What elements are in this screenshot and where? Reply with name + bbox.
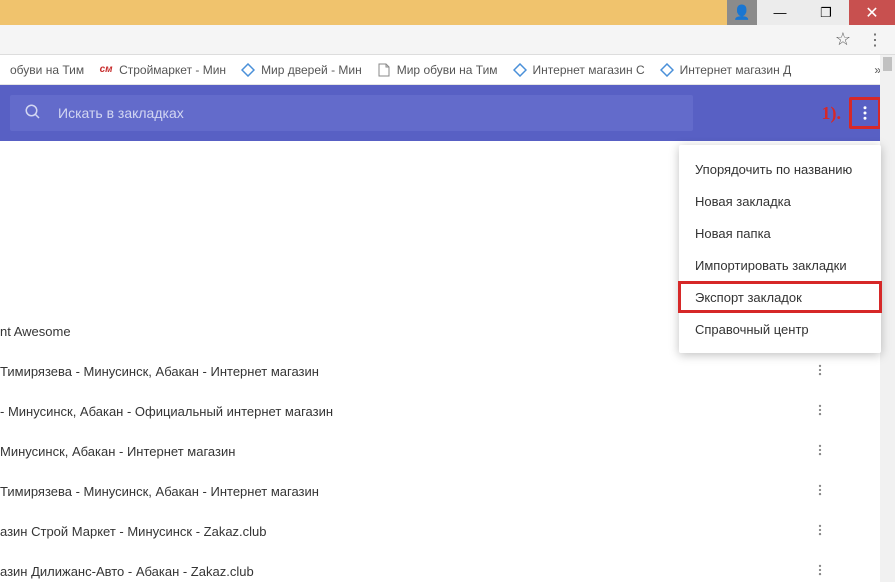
more-vertical-icon <box>813 523 827 537</box>
menu-export-bookmarks[interactable]: Экспорт закладок <box>678 281 882 313</box>
maximize-button[interactable]: ❐ <box>803 0 849 25</box>
chrome-menu-icon[interactable]: ⋮ <box>867 30 883 50</box>
favicon-diamond-icon <box>659 62 675 78</box>
row-more-button[interactable] <box>805 363 835 380</box>
bookmark-row[interactable]: азин Дилижанс-Авто - Абакан - Zakaz.club <box>0 551 895 582</box>
menu-new-bookmark[interactable]: Новая закладка <box>679 185 881 217</box>
row-more-button[interactable] <box>805 403 835 420</box>
search-icon <box>24 103 42 124</box>
bookmark-title: Минусинск, Абакан - Интернет магазин <box>0 444 235 459</box>
menu-import-bookmarks[interactable]: Импортировать закладки <box>679 249 881 281</box>
bookmark-title: nt Awesome <box>0 324 71 339</box>
close-button[interactable]: ✕ <box>849 0 895 25</box>
bookmark-label: Интернет магазин С <box>533 63 645 77</box>
annotation-1: 1). <box>822 103 842 124</box>
row-more-button[interactable] <box>805 523 835 540</box>
organize-menu-button[interactable] <box>849 97 881 129</box>
account-button[interactable]: 👤 <box>727 0 757 25</box>
bookmark-label: Мир обуви на Тим <box>397 63 498 77</box>
bookmark-bar-item[interactable]: см Строймаркет - Мин <box>94 62 230 78</box>
bookmark-bar-item[interactable]: обуви на Тим <box>6 63 88 77</box>
bookmarks-bar: обуви на Тим см Строймаркет - Мин Мир дв… <box>0 55 895 85</box>
more-vertical-icon <box>813 403 827 417</box>
search-field-wrap[interactable] <box>10 95 693 131</box>
bookmark-label: Мир дверей - Мин <box>261 63 362 77</box>
bookmark-label: Строймаркет - Мин <box>119 63 226 77</box>
more-vertical-icon <box>813 443 827 457</box>
more-vertical-icon <box>813 483 827 497</box>
bookmark-star-icon[interactable]: ☆ <box>835 29 851 50</box>
bookmark-label: обуви на Тим <box>10 63 84 77</box>
menu-help-center[interactable]: Справочный центр <box>679 313 881 345</box>
bookmark-row[interactable]: Тимирязева - Минусинск, Абакан - Интерне… <box>0 351 895 391</box>
bookmark-bar-item[interactable]: Интернет магазин С <box>508 62 649 78</box>
favicon-diamond-icon <box>512 62 528 78</box>
bookmark-title: Тимирязева - Минусинск, Абакан - Интерне… <box>0 484 319 499</box>
minimize-button[interactable]: — <box>757 0 803 25</box>
favicon-diamond-icon <box>240 62 256 78</box>
bookmark-row[interactable]: Минусинск, Абакан - Интернет магазин <box>0 431 895 471</box>
menu-sort-by-name[interactable]: Упорядочить по названию <box>679 153 881 185</box>
menu-new-folder[interactable]: Новая папка <box>679 217 881 249</box>
bookmark-title: азин Дилижанс-Авто - Абакан - Zakaz.club <box>0 564 254 579</box>
bookmark-row[interactable]: - Минусинск, Абакан - Официальный интерн… <box>0 391 895 431</box>
bookmark-title: Тимирязева - Минусинск, Абакан - Интерне… <box>0 364 319 379</box>
row-more-button[interactable] <box>805 563 835 580</box>
favicon-red-icon: см <box>98 62 114 78</box>
bookmark-bar-item[interactable]: Интернет магазин Д <box>655 62 796 78</box>
more-vertical-icon <box>856 104 874 122</box>
bookmark-title: - Минусинск, Абакан - Официальный интерн… <box>0 404 333 419</box>
bookmark-label: Интернет магазин Д <box>680 63 792 77</box>
row-more-button[interactable] <box>805 443 835 460</box>
bookmark-bar-item[interactable]: Мир дверей - Мин <box>236 62 366 78</box>
bookmark-row[interactable]: азин Строй Маркет - Минусинск - Zakaz.cl… <box>0 511 895 551</box>
bookmark-bar-item[interactable]: Мир обуви на Тим <box>372 62 502 78</box>
organize-dropdown: Упорядочить по названию Новая закладка Н… <box>679 145 881 353</box>
bookmark-title: азин Строй Маркет - Минусинск - Zakaz.cl… <box>0 524 267 539</box>
row-more-button[interactable] <box>805 483 835 500</box>
address-bar: ☆ ⋮ <box>0 25 895 55</box>
more-vertical-icon <box>813 363 827 377</box>
bookmark-row[interactable]: Тимирязева - Минусинск, Абакан - Интерне… <box>0 471 895 511</box>
favicon-page-icon <box>376 62 392 78</box>
window-titlebar: 👤 — ❐ ✕ <box>0 0 895 25</box>
bookmarks-manager-header <box>0 85 895 141</box>
search-input[interactable] <box>58 105 679 121</box>
more-vertical-icon <box>813 563 827 577</box>
